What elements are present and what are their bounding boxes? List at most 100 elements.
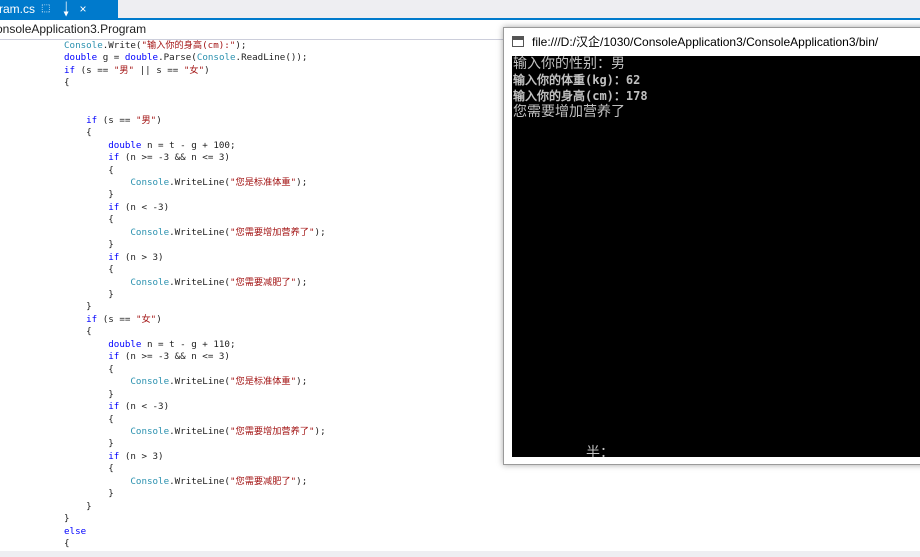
code-token: "男" xyxy=(135,114,157,126)
code-token: double xyxy=(64,338,142,350)
code-token: (n > 3) xyxy=(119,251,164,263)
ime-status-indicator: 半： xyxy=(586,445,614,457)
code-token: "您是标准体重" xyxy=(229,376,297,388)
code-token: if xyxy=(64,313,98,325)
code-line: { xyxy=(64,364,114,376)
class-dropdown[interactable]: onsoleApplication3.Program xyxy=(0,22,146,36)
code-token: } xyxy=(64,301,92,313)
code-line: else xyxy=(64,526,86,538)
code-token: .WriteLine( xyxy=(169,425,230,437)
code-token: (n < -3) xyxy=(119,201,170,213)
code-token: .ReadLine()); xyxy=(235,52,308,64)
code-token: else xyxy=(64,525,87,537)
code-token: if xyxy=(64,114,98,126)
code-line: Console.Write("输入你的身高(cm):"); xyxy=(64,40,246,52)
pin-icon[interactable]: —▸ xyxy=(57,1,75,16)
code-token: .Parse( xyxy=(158,52,197,64)
code-line: { xyxy=(64,214,114,226)
code-token: .WriteLine( xyxy=(169,475,230,487)
code-token: } xyxy=(64,488,114,500)
code-token: .WriteLine( xyxy=(169,176,230,188)
code-token: Console xyxy=(64,376,170,388)
code-token: .WriteLine( xyxy=(169,226,230,238)
code-token: (n >= -3 && n <= 3) xyxy=(119,152,230,164)
code-token: (n < -3) xyxy=(119,401,170,413)
code-token: { xyxy=(64,164,114,176)
code-line: { xyxy=(64,127,92,139)
code-token: } xyxy=(64,189,114,201)
code-line: Console.WriteLine("您需要减肥了"); xyxy=(64,476,307,488)
code-token: ); xyxy=(296,475,308,487)
console-line: 输入你的身高(cm)：178 xyxy=(513,89,648,103)
code-token: { xyxy=(64,326,92,338)
code-token: { xyxy=(64,214,114,226)
console-app-icon xyxy=(512,36,524,47)
console-output[interactable]: 输入你的性别：男 输入你的体重(kg)：62 输入你的身高(cm)：178 您需… xyxy=(512,56,920,457)
code-token: } xyxy=(64,513,70,525)
code-line: { xyxy=(64,538,70,550)
code-token: Console xyxy=(64,425,170,437)
code-line: if (n > 3) xyxy=(64,251,164,264)
code-line: } xyxy=(64,488,114,500)
code-token: Console xyxy=(196,52,236,64)
code-line: Console.WriteLine("您需要增加营养了"); xyxy=(64,425,326,438)
code-line: if (n < -3) xyxy=(64,401,169,413)
code-token: "女" xyxy=(183,64,205,76)
code-line: } xyxy=(64,513,70,525)
console-title-bar[interactable]: file:///D:/汉企/1030/ConsoleApplication3/C… xyxy=(504,28,920,55)
code-token: (n > 3) xyxy=(119,450,164,462)
code-token: "您需要减肥了" xyxy=(229,276,297,288)
code-token: ); xyxy=(235,40,247,51)
code-token: } xyxy=(64,388,114,400)
code-token: { xyxy=(64,463,114,475)
code-line: } xyxy=(64,239,114,251)
code-token: "您需要增加营养了" xyxy=(229,425,315,437)
code-token: ); xyxy=(314,226,326,238)
code-token: } xyxy=(64,289,114,300)
code-line: } xyxy=(64,501,92,513)
code-token: "您是标准体重" xyxy=(229,176,297,188)
code-token: .Write( xyxy=(102,40,142,51)
code-token: .WriteLine( xyxy=(169,376,230,388)
document-tab-strip: ram.cs ⬚ —▸ × xyxy=(0,0,920,20)
code-line: if (n >= -3 && n <= 3) xyxy=(64,351,230,363)
code-token: (n >= -3 && n <= 3) xyxy=(119,351,230,363)
horizontal-scrollbar[interactable] xyxy=(0,551,920,557)
code-token: "您需要增加营养了" xyxy=(229,226,315,238)
console-line: 输入你的性别：男 xyxy=(513,56,625,72)
code-token: n = t - g + 110; xyxy=(141,338,236,350)
code-token: "您需要减肥了" xyxy=(229,475,297,487)
code-line: } xyxy=(64,389,114,401)
code-token: "男" xyxy=(113,64,135,76)
tab-title: ram.cs xyxy=(0,2,35,16)
code-token: ); xyxy=(296,276,308,288)
modified-lock-icon: ⬚ xyxy=(41,3,51,14)
console-line: 您需要增加营养了 xyxy=(513,104,625,120)
code-token: { xyxy=(64,264,114,276)
document-tab-program-cs[interactable]: ram.cs ⬚ —▸ × xyxy=(0,0,118,18)
code-token: Console xyxy=(64,276,170,288)
code-line: Console.WriteLine("您是标准体重"); xyxy=(64,376,307,388)
code-line: Console.WriteLine("您需要增加营养了"); xyxy=(64,226,326,239)
code-line: { xyxy=(64,326,92,338)
code-token: { xyxy=(64,538,70,549)
code-line: if (s == "男") xyxy=(64,115,162,127)
code-line: double g = double.Parse(Console.ReadLine… xyxy=(64,52,307,64)
code-token: ) xyxy=(156,114,162,126)
code-token: ); xyxy=(314,425,326,437)
code-token: ); xyxy=(296,376,308,388)
code-token: double xyxy=(124,52,159,64)
code-line: { xyxy=(64,77,70,89)
close-icon[interactable]: × xyxy=(79,0,86,18)
console-window[interactable]: file:///D:/汉企/1030/ConsoleApplication3/C… xyxy=(503,27,920,465)
code-line: } xyxy=(64,301,92,313)
code-token: g = xyxy=(97,52,125,64)
code-token: || s == xyxy=(134,64,184,76)
code-token: ) xyxy=(204,64,210,76)
code-line: Console.WriteLine("您是标准体重"); xyxy=(64,177,307,189)
code-line: if (s == "女") xyxy=(64,314,162,326)
code-line: if (n < -3) xyxy=(64,202,169,214)
console-line: 输入你的体重(kg)：62 xyxy=(513,73,641,87)
code-token: { xyxy=(64,77,70,89)
code-line: } xyxy=(64,289,114,301)
